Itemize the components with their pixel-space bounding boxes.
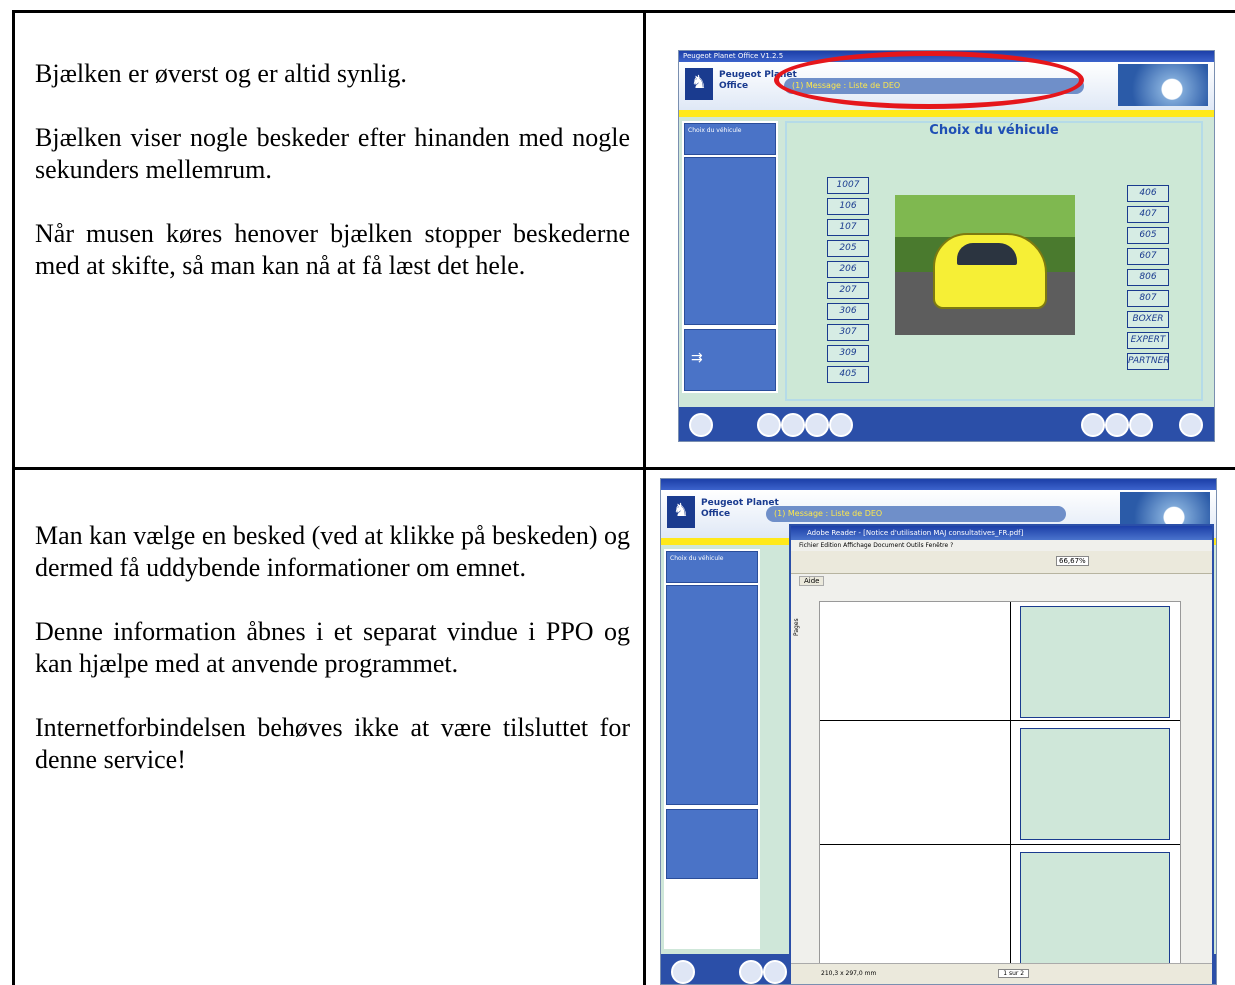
side-panel: Choix du véhicule	[664, 549, 760, 949]
model-button[interactable]: 407	[1127, 206, 1169, 223]
home-icon[interactable]	[689, 413, 713, 437]
models-left-list: 1007 106 107 205 206 207 306 307 309 405	[827, 177, 869, 383]
globe-banner-icon	[1118, 64, 1208, 106]
model-button[interactable]: 307	[827, 324, 869, 341]
model-button[interactable]: 807	[1127, 290, 1169, 307]
pages-side-tab[interactable]: Pages	[793, 618, 800, 636]
peugeot-lion-logo-icon: ♞	[685, 68, 713, 100]
app-name-line-2: Office	[701, 509, 731, 519]
help-button[interactable]: Aide	[799, 576, 825, 586]
vehicle-choice-area: Choix du véhicule 1007 106 107 205 206 207 306…	[785, 121, 1203, 401]
model-button[interactable]: 1007	[827, 177, 869, 194]
row2-text-cell: Man kan vælge en besked (ved at klikke p…	[35, 520, 630, 808]
model-button[interactable]: 107	[827, 219, 869, 236]
bottom-toolbar	[679, 407, 1214, 441]
tool-6-icon[interactable]	[1105, 413, 1129, 437]
pdf-row-divider	[820, 720, 1180, 721]
model-button[interactable]: 405	[827, 366, 869, 383]
table-row-divider	[12, 467, 1235, 470]
sidebar-panel	[684, 157, 776, 325]
tool-1-icon[interactable]	[757, 413, 781, 437]
tool-3-icon[interactable]	[805, 413, 829, 437]
app-name-line-2: Office	[719, 81, 749, 91]
tool-5-icon[interactable]	[1081, 413, 1105, 437]
pdf-thumbnail	[1020, 852, 1170, 964]
sidebar-tab-choix[interactable]: Choix du véhicule	[684, 123, 776, 155]
vehicle-choice-heading: Choix du véhicule	[929, 123, 1059, 138]
page-size: 210,3 x 297,0 mm	[821, 970, 877, 977]
sidebar-tool-panel: ⇉	[684, 329, 776, 391]
row1-paragraph-3: Når musen køres henover bjælken stopper …	[35, 219, 630, 280]
model-button[interactable]: 206	[827, 261, 869, 278]
model-button[interactable]: 607	[1127, 248, 1169, 265]
car-photo	[895, 195, 1075, 335]
table-column-divider	[643, 10, 646, 985]
sidebar-panel	[666, 585, 758, 805]
highlight-ellipse	[774, 51, 1084, 109]
ppo-screenshot-top: Peugeot Planet Office V1.2.5 ♞ Peugeot P…	[678, 50, 1215, 442]
tool-4-icon[interactable]	[829, 413, 853, 437]
tool-1-icon[interactable]	[739, 960, 763, 984]
sidebar-tab-choix[interactable]: Choix du véhicule	[666, 551, 758, 583]
reader-titlebar: Adobe Reader - [Notice d'utilisation MAJ…	[791, 526, 1212, 540]
model-button[interactable]: 605	[1127, 227, 1169, 244]
row1-paragraph-1: Bjælken er øverst og er altid synlig.	[35, 59, 407, 88]
row1-paragraph-2: Bjælken viser nogle beskeder efter hinan…	[35, 123, 630, 184]
model-button[interactable]: 306	[827, 303, 869, 320]
pdf-row-divider	[820, 844, 1180, 845]
model-button[interactable]: 406	[1127, 185, 1169, 202]
home-icon[interactable]	[671, 960, 695, 984]
model-button[interactable]: BOXER	[1127, 311, 1169, 328]
ok-icon[interactable]	[1179, 413, 1203, 437]
export-icon[interactable]: ⇉	[691, 350, 703, 366]
row2-paragraph-1: Man kan vælge en besked (ved at klikke p…	[35, 521, 630, 582]
window-titlebar	[661, 479, 1216, 490]
yellow-band	[679, 110, 1214, 117]
ppo-screenshot-bottom: ♞ Peugeot Planet Office (1) Message : Li…	[660, 478, 1217, 985]
help-icon[interactable]	[1129, 413, 1153, 437]
zoom-level[interactable]: 66,67%	[1056, 556, 1089, 566]
pdf-thumbnail	[1020, 728, 1170, 840]
row2-paragraph-2: Denne information åbnes i et separat vin…	[35, 617, 630, 678]
peugeot-lion-logo-icon: ♞	[667, 496, 695, 528]
models-right-list: 406 407 605 607 806 807 BOXER EXPERT PARTNER	[1127, 185, 1170, 370]
car-window	[957, 243, 1017, 265]
app-name-line-1: Peugeot Planet	[701, 498, 779, 508]
model-button[interactable]: EXPERT	[1127, 332, 1169, 349]
reader-status-bar: 210,3 x 297,0 mm 1 sur 2	[791, 963, 1212, 984]
model-button[interactable]: 806	[1127, 269, 1169, 286]
table-left-border	[12, 10, 15, 985]
adobe-reader-window[interactable]: Adobe Reader - [Notice d'utilisation MAJ…	[789, 524, 1214, 984]
model-button[interactable]: 309	[827, 345, 869, 362]
page-counter[interactable]: 1 sur 2	[998, 969, 1030, 978]
side-panel: Choix du véhicule ⇉	[682, 121, 778, 393]
model-button[interactable]: PARTNER	[1127, 353, 1170, 370]
tool-2-icon[interactable]	[763, 960, 787, 984]
pdf-thumbnail	[1020, 606, 1170, 718]
row1-text-cell: Bjælken er øverst og er altid synlig. Bj…	[35, 58, 630, 314]
model-button[interactable]: 106	[827, 198, 869, 215]
model-button[interactable]: 205	[827, 240, 869, 257]
row2-paragraph-3: Internetforbindelsen behøves ikke at vær…	[35, 713, 630, 774]
model-button[interactable]: 207	[827, 282, 869, 299]
sidebar-tool-panel	[666, 809, 758, 879]
reader-toolbar: 66,67%	[791, 551, 1212, 574]
tool-2-icon[interactable]	[781, 413, 805, 437]
reader-menubar[interactable]: Fichier Edition Affichage Document Outil…	[791, 540, 1212, 551]
pdf-column-divider	[1010, 602, 1011, 977]
message-bar[interactable]: (1) Message : Liste de DEO	[766, 506, 1066, 522]
table-top-border	[12, 10, 1235, 13]
car-body	[933, 233, 1047, 309]
pdf-page	[819, 601, 1181, 978]
